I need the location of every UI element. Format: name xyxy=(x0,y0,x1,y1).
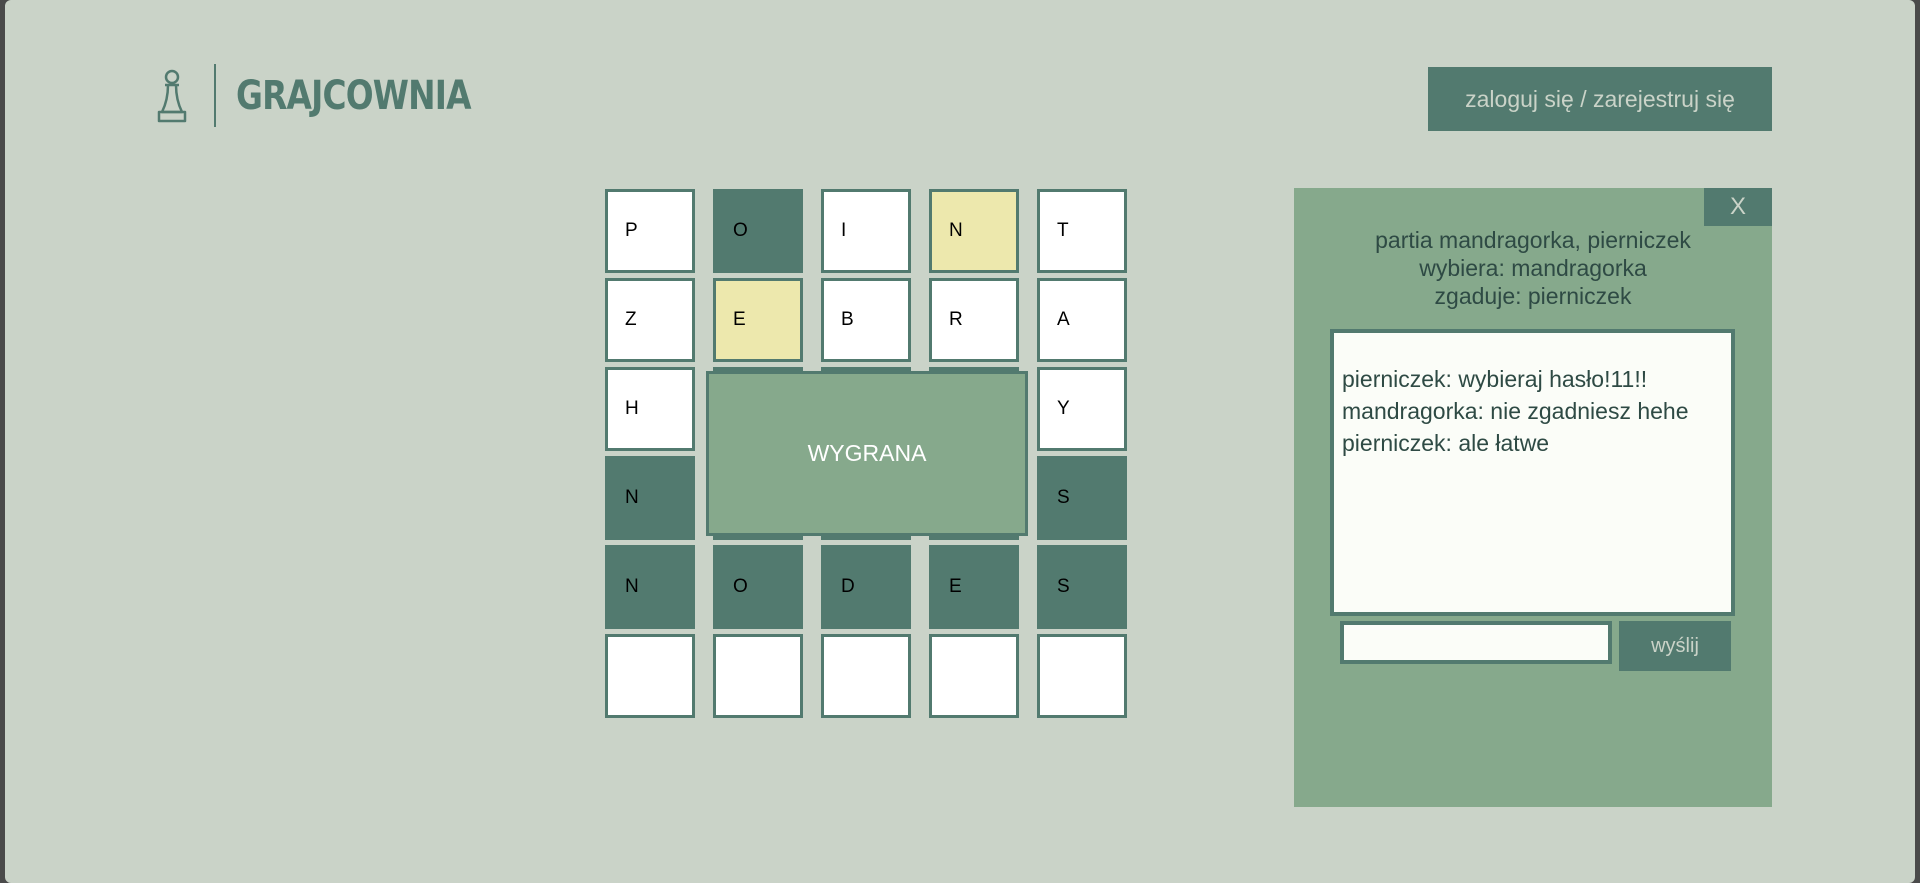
board-tile xyxy=(713,634,803,718)
board-tile: H xyxy=(605,367,695,451)
board-tile: O xyxy=(713,189,803,273)
board-tile xyxy=(821,634,911,718)
game-info-players: partia mandragorka, pierniczek xyxy=(1375,227,1691,253)
board-tile: I xyxy=(821,189,911,273)
board-tile: S xyxy=(1037,545,1127,629)
result-overlay: WYGRANA xyxy=(706,371,1028,536)
board-tile: Y xyxy=(1037,367,1127,451)
send-button[interactable]: wyślij xyxy=(1619,621,1731,671)
board-tile: E xyxy=(929,545,1019,629)
board-tile: B xyxy=(821,278,911,362)
game-info-chooser: wybiera: mandragorka xyxy=(1419,255,1647,281)
game-info-guesser: zgaduje: pierniczek xyxy=(1434,283,1632,309)
game-info: partia mandragorka, pierniczek wybiera: … xyxy=(1294,226,1772,310)
board-tile: Z xyxy=(605,278,695,362)
board-tile: S xyxy=(1037,456,1127,540)
board-tile: D xyxy=(821,545,911,629)
close-button[interactable]: X xyxy=(1704,188,1772,226)
logo-divider xyxy=(214,64,216,127)
login-register-button[interactable]: zaloguj się / zarejestruj się xyxy=(1428,67,1772,131)
brand-name: GRAJCOWNIA xyxy=(236,72,472,119)
game-board: P O I N T Z E B R A H Y N S N O D E S WYGRANA xyxy=(605,189,1127,718)
board-tile xyxy=(929,634,1019,718)
chat-message-input[interactable] xyxy=(1340,621,1612,664)
board-tile: R xyxy=(929,278,1019,362)
board-tile xyxy=(1037,634,1127,718)
board-tile: T xyxy=(1037,189,1127,273)
chat-message: pierniczek: wybieraj hasło!11!! xyxy=(1342,366,1648,392)
chat-panel: X partia mandragorka, pierniczek wybiera… xyxy=(1294,188,1772,807)
logo[interactable]: GRAJCOWNIA xyxy=(155,64,522,127)
board-tile: E xyxy=(713,278,803,362)
chat-log: pierniczek: wybieraj hasło!11!! mandrago… xyxy=(1330,329,1735,616)
board-tile: N xyxy=(605,456,695,540)
chat-message: mandragorka: nie zgadniesz hehe xyxy=(1342,398,1689,424)
board-tile: P xyxy=(605,189,695,273)
board-tile: O xyxy=(713,545,803,629)
page: GRAJCOWNIA zaloguj się / zarejestruj się… xyxy=(5,0,1915,883)
pawn-icon xyxy=(157,69,187,122)
board-tile: N xyxy=(605,545,695,629)
chat-message: pierniczek: ale łatwe xyxy=(1342,430,1550,456)
board-tile: N xyxy=(929,189,1019,273)
board-tile xyxy=(605,634,695,718)
board-tile: A xyxy=(1037,278,1127,362)
